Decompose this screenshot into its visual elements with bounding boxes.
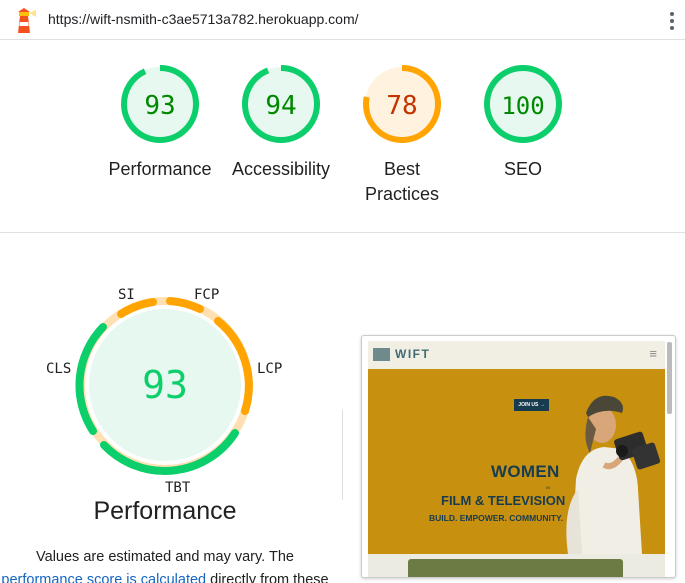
site-footer-strip (368, 554, 665, 577)
gauge-label-line: Best (383, 159, 421, 179)
gauge-label: Best Practices (342, 157, 462, 207)
divider (342, 410, 343, 500)
gauge-accessibility[interactable]: 94 Accessibility (221, 64, 341, 182)
gauge-best-practices[interactable]: 78 Best Practices (342, 64, 462, 207)
metric-label-si: SI (118, 287, 135, 303)
best-practices-gauge-ring: 78 (363, 65, 441, 143)
scrollbar (667, 342, 672, 414)
final-screenshot[interactable]: WIFT ≡ JOIN US → WOMEN IN FILM & TELEVIS… (361, 335, 676, 578)
seo-gauge-ring: 100 (484, 65, 562, 143)
category-gauges: 93 Performance 94 Accessibility 78 Best … (0, 40, 685, 233)
camera-operator-photo (566, 395, 661, 554)
metric-label-lcp: LCP (257, 361, 283, 377)
performance-score: 93 (142, 363, 188, 407)
gauge-score: 100 (501, 92, 544, 120)
gauge-score: 78 (386, 91, 417, 121)
performance-title: Performance (93, 497, 237, 525)
score-calculated-link[interactable]: performance score is calculated (1, 572, 206, 583)
camera-icon (373, 348, 390, 361)
site-header: WIFT ≡ (368, 341, 665, 369)
gauge-performance[interactable]: 93 Performance (100, 64, 220, 182)
hamburger-icon: ≡ (649, 346, 657, 361)
accessibility-gauge-ring: 94 (242, 65, 320, 143)
note-text: directly from these (206, 572, 329, 583)
note-line: Values are estimated and may vary. The (36, 549, 294, 565)
gauge-score: 94 (265, 91, 296, 121)
metric-label-cls: CLS (46, 361, 72, 377)
gauge-seo[interactable]: 100 SEO (463, 64, 583, 182)
performance-gauge-ring: 93 (121, 65, 199, 143)
site-footer-button (408, 559, 623, 577)
gauge-label: Accessibility (231, 159, 331, 179)
page-url[interactable]: https://wift-nsmith-c3ae5713a782.herokua… (48, 11, 359, 27)
gauge-label: SEO (503, 159, 542, 179)
hero-section: JOIN US → WOMEN IN FILM & TELEVISION BUI… (368, 369, 665, 554)
lighthouse-icon (18, 8, 36, 33)
note-line: performance score is calculated directly… (0, 569, 330, 583)
metric-label-fcp: FCP (194, 287, 220, 303)
gauge-label: Performance (108, 159, 212, 179)
url-bar: https://wift-nsmith-c3ae5713a782.herokua… (0, 0, 685, 40)
gauge-label-line: Practices (364, 184, 440, 204)
site-logo: WIFT (395, 347, 431, 361)
metric-label-tbt: TBT (165, 480, 191, 496)
gauge-score: 93 (144, 91, 175, 121)
performance-note: Values are estimated and may vary. The p… (0, 546, 330, 583)
more-vert-icon[interactable] (668, 12, 676, 30)
